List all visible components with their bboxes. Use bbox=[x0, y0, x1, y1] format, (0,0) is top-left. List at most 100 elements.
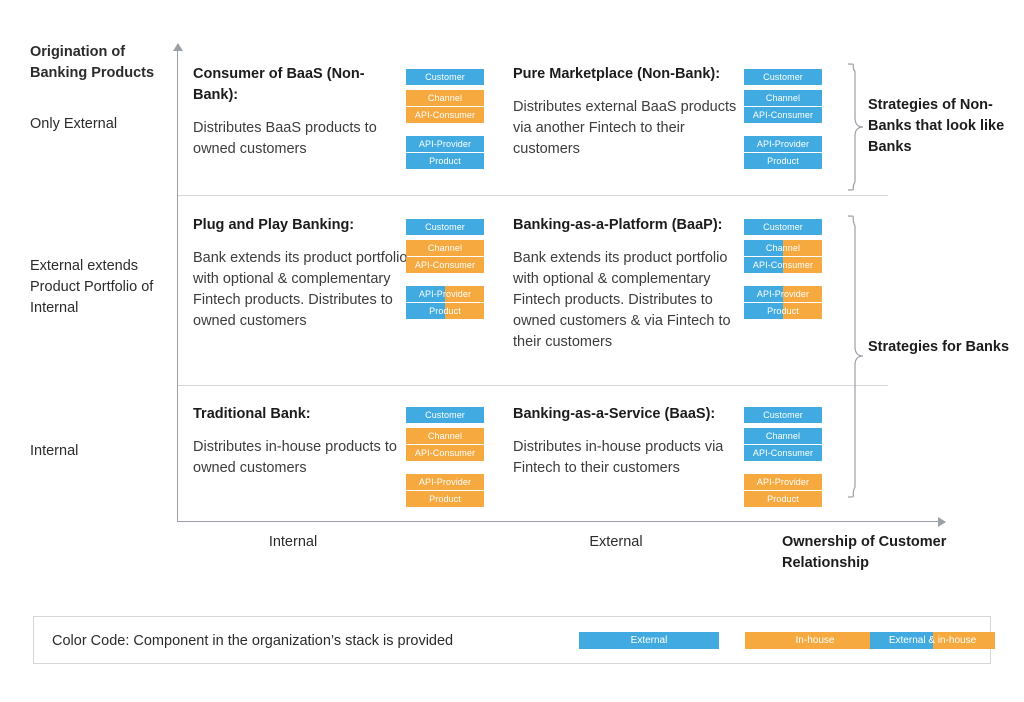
stack-block-product-banking-as-a-platform: Product bbox=[744, 303, 822, 319]
stack-spacer bbox=[406, 461, 484, 474]
cell-consumer-of-baas: Consumer of BaaS (Non-Bank): Distributes … bbox=[193, 64, 408, 160]
stack-block-api-consumer-pure-marketplace: API-Consumer bbox=[744, 107, 822, 123]
block-label: API-Provider bbox=[756, 139, 810, 149]
stack-group-provider-side: API-Provider Product bbox=[744, 286, 822, 319]
stack-block-api-consumer-banking-as-a-platform: API-Consumer bbox=[744, 257, 822, 273]
cell-description-pure-marketplace: Distributes external BaaS products via a… bbox=[513, 99, 737, 157]
legend-swatch-external-label: External bbox=[630, 635, 668, 646]
stack-group-provider-side: API-Provider Product bbox=[406, 474, 484, 507]
block-label: Product bbox=[767, 156, 799, 166]
stack-group-consumer-side: Channel API-Consumer bbox=[406, 428, 484, 461]
legend-panel: Color Code: Component in the organizatio… bbox=[33, 616, 995, 664]
x-axis-line bbox=[177, 521, 945, 522]
cell-description-banking-as-a-service: Distributes in-house products via Fintec… bbox=[513, 439, 724, 476]
cell-title-plug-and-play-banking: Plug and Play Banking: bbox=[193, 217, 355, 233]
stack-block-api-consumer-banking-as-a-service: API-Consumer bbox=[744, 445, 822, 461]
block-label: Channel bbox=[765, 243, 801, 253]
stack-group-customer: Customer bbox=[406, 69, 484, 85]
stack-block-api-provider-pure-marketplace: API-Provider bbox=[744, 136, 822, 152]
stack-block-api-provider-traditional-bank: API-Provider bbox=[406, 474, 484, 490]
legend-swatch-inhouse-label: In-house bbox=[795, 635, 835, 646]
stack-spacer bbox=[406, 123, 484, 136]
cell-description-traditional-bank: Distributes in-house products to owned c… bbox=[193, 439, 397, 476]
brace-banks bbox=[846, 214, 866, 499]
cell-banking-as-a-service: Banking-as-a-Service (BaaS): Distributes … bbox=[513, 404, 738, 479]
block-label: Channel bbox=[765, 431, 801, 441]
stack-block-channel-banking-as-a-platform: Channel bbox=[744, 240, 822, 256]
legend-swatch-both-label: External & in-house bbox=[888, 635, 977, 646]
block-label: Customer bbox=[763, 410, 803, 420]
stack-spacer bbox=[744, 123, 822, 136]
block-label: API-Provider bbox=[418, 289, 472, 299]
stack-block-api-provider-banking-as-a-service: API-Provider bbox=[744, 474, 822, 490]
stack-block-product-plug-and-play-banking: Product bbox=[406, 303, 484, 319]
stack-block-customer-consumer-of-baas: Customer bbox=[406, 69, 484, 85]
stack-block-channel-consumer-of-baas: Channel bbox=[406, 90, 484, 106]
stack-group-consumer-side: Channel API-Consumer bbox=[406, 90, 484, 123]
stack-group-customer: Customer bbox=[406, 219, 484, 235]
stack-block-product-traditional-bank: Product bbox=[406, 491, 484, 507]
stack-block-api-consumer-traditional-bank: API-Consumer bbox=[406, 445, 484, 461]
block-label: Channel bbox=[427, 431, 463, 441]
block-label: API-Consumer bbox=[414, 110, 476, 120]
block-label: Product bbox=[429, 156, 461, 166]
block-label: Product bbox=[767, 494, 799, 504]
brace-non-banks bbox=[846, 62, 866, 192]
stack-group-consumer-side: Channel API-Consumer bbox=[744, 240, 822, 273]
stack-banking-as-a-service: Customer Channel API-Consumer API-Provider P… bbox=[744, 407, 822, 507]
cell-title-banking-as-a-service: Banking-as-a-Service (BaaS): bbox=[513, 406, 716, 422]
block-label: Customer bbox=[425, 410, 465, 420]
stack-group-customer: Customer bbox=[744, 407, 822, 423]
legend-caption: Color Code: Component in the organizatio… bbox=[52, 633, 454, 649]
brace-non-banks-label: Strategies of Non-Banks that look like B… bbox=[868, 97, 1005, 155]
block-label: Product bbox=[767, 306, 799, 316]
y-axis-label-internal: Internal bbox=[30, 443, 79, 459]
block-label: API-Consumer bbox=[414, 448, 476, 458]
x-axis-tick-external: External bbox=[589, 534, 643, 550]
y-axis-label-only-external: Only External bbox=[30, 116, 118, 132]
block-label: Customer bbox=[425, 72, 465, 82]
brace-banks-label: Strategies for Banks bbox=[868, 339, 1010, 355]
block-label: API-Provider bbox=[756, 477, 810, 487]
stack-block-customer-traditional-bank: Customer bbox=[406, 407, 484, 423]
block-label: Customer bbox=[763, 72, 803, 82]
block-label: Product bbox=[429, 306, 461, 316]
stack-group-provider-side: API-Provider Product bbox=[406, 286, 484, 319]
cell-title-consumer-of-baas: Consumer of BaaS (Non-Bank): bbox=[193, 66, 365, 103]
cell-title-pure-marketplace: Pure Marketplace (Non-Bank): bbox=[513, 66, 721, 82]
block-label: Product bbox=[429, 494, 461, 504]
block-label: API-Provider bbox=[418, 139, 472, 149]
stack-group-provider-side: API-Provider Product bbox=[406, 136, 484, 169]
stack-block-channel-traditional-bank: Channel bbox=[406, 428, 484, 444]
cell-pure-marketplace: Pure Marketplace (Non-Bank): Distributes … bbox=[513, 64, 738, 160]
stack-block-api-provider-consumer-of-baas: API-Provider bbox=[406, 136, 484, 152]
cell-description-plug-and-play-banking: Bank extends its product portfolio with … bbox=[193, 250, 408, 329]
block-label: API-Provider bbox=[756, 289, 810, 299]
block-label: API-Provider bbox=[418, 477, 472, 487]
cell-title-banking-as-a-platform: Banking-as-a-Platform (BaaP): bbox=[513, 217, 723, 233]
stack-pure-marketplace: Customer Channel API-Consumer API-Provider P… bbox=[744, 69, 822, 169]
stack-block-channel-plug-and-play-banking: Channel bbox=[406, 240, 484, 256]
stack-group-customer: Customer bbox=[406, 407, 484, 423]
stack-block-customer-banking-as-a-platform: Customer bbox=[744, 219, 822, 235]
stack-plug-and-play-banking: Customer Channel API-Consumer API-Provider P… bbox=[406, 219, 484, 319]
y-axis-label-external-extends: External extends Product Portfolio of In… bbox=[30, 258, 154, 316]
stack-block-customer-pure-marketplace: Customer bbox=[744, 69, 822, 85]
stack-spacer bbox=[744, 273, 822, 286]
legend-swatch-inhouse: In-house bbox=[745, 632, 885, 649]
x-axis-arrow-icon bbox=[938, 516, 946, 527]
block-label: Customer bbox=[763, 222, 803, 232]
cell-title-traditional-bank: Traditional Bank: bbox=[193, 406, 311, 422]
stack-block-channel-pure-marketplace: Channel bbox=[744, 90, 822, 106]
y-axis-title: Origination of Banking Products bbox=[30, 44, 155, 81]
block-label: API-Consumer bbox=[752, 110, 814, 120]
stack-group-customer: Customer bbox=[744, 69, 822, 85]
stack-consumer-of-baas: Customer Channel API-Consumer API-Provider P… bbox=[406, 69, 484, 169]
stack-group-customer: Customer bbox=[744, 219, 822, 235]
stack-spacer bbox=[744, 461, 822, 474]
stack-group-provider-side: API-Provider Product bbox=[744, 136, 822, 169]
legend-swatch-both: External & in-house bbox=[870, 632, 995, 649]
block-label: Channel bbox=[765, 93, 801, 103]
block-label: Channel bbox=[427, 243, 463, 253]
cell-description-banking-as-a-platform: Bank extends its product portfolio with … bbox=[513, 250, 731, 350]
